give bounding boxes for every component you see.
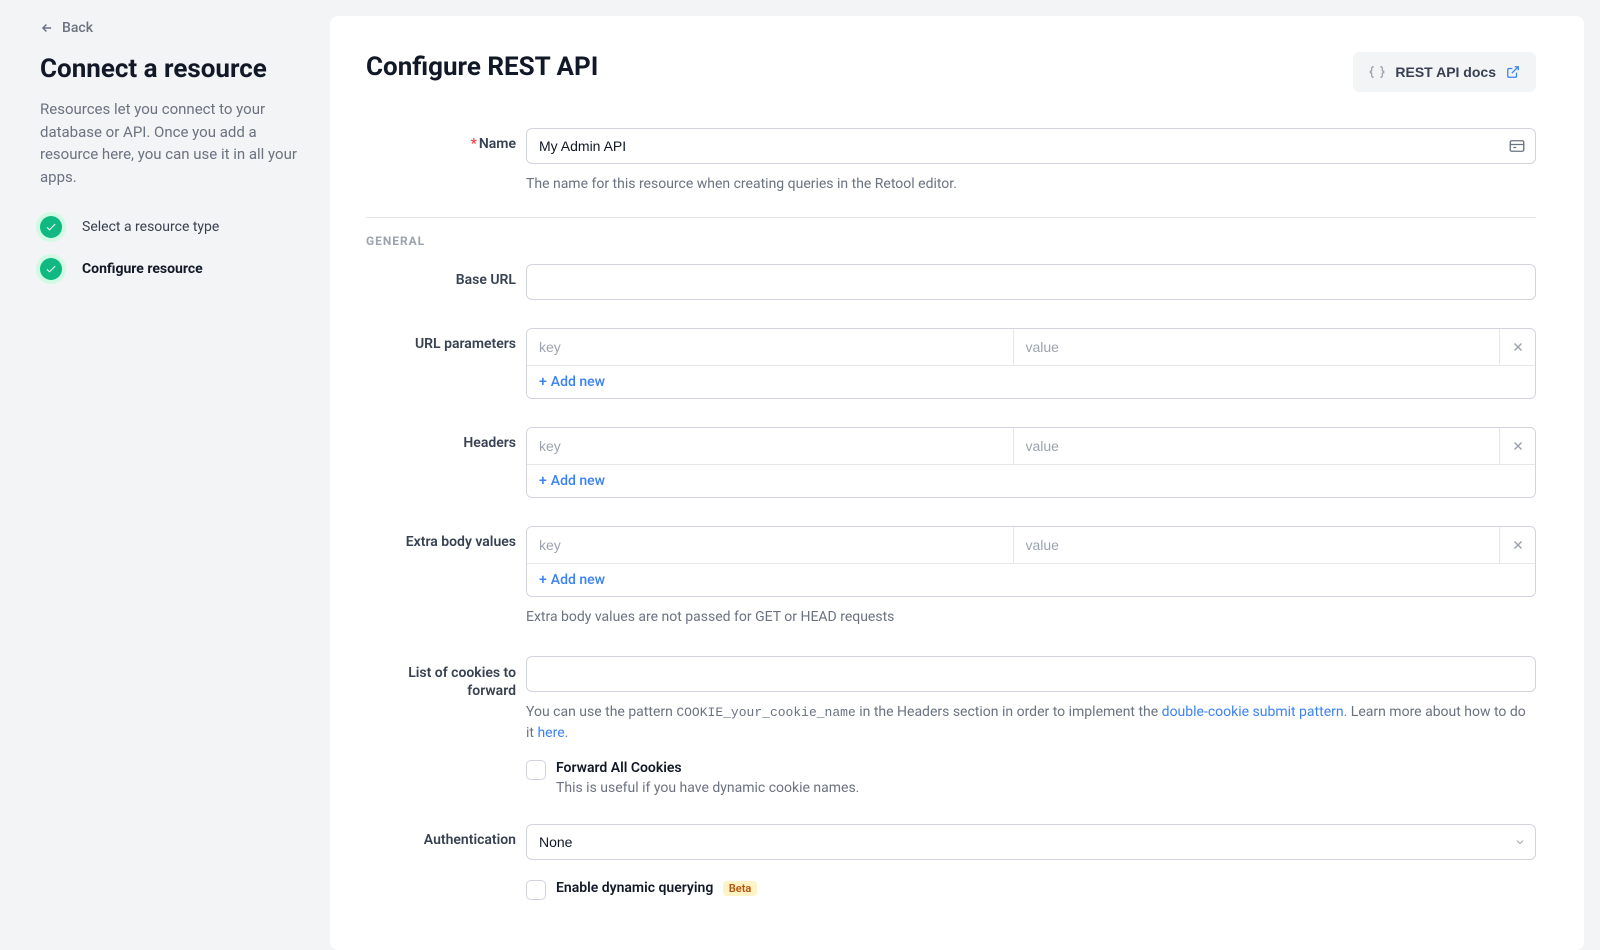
sidebar-description: Resources let you connect to your databa… [40,98,300,188]
plus-icon: + [539,374,547,390]
step-select-resource[interactable]: Select a resource type [40,216,300,238]
forward-all-cookies-label: Forward All Cookies [556,760,859,776]
extra-body-key-input[interactable] [527,527,1013,563]
url-params-table: + Add new [526,328,1536,399]
base-url-input[interactable] [526,264,1536,300]
close-icon [1511,439,1525,453]
remove-row-button[interactable] [1499,329,1535,365]
auth-label: Authentication [366,824,526,848]
dynamic-querying-label: Enable dynamic querying [556,880,713,896]
check-icon [40,216,62,238]
plus-icon: + [539,473,547,489]
kv-row [527,329,1535,366]
braces-icon [1369,64,1385,80]
section-general-label: GENERAL [366,234,1536,248]
sidebar: Back Connect a resource Resources let yo… [0,0,330,950]
headers-label: Headers [366,427,526,451]
docs-button-label: REST API docs [1395,64,1496,80]
cookies-input[interactable] [526,656,1536,692]
form-icon [1508,137,1526,155]
dynamic-querying-checkbox[interactable] [526,880,546,900]
header-value-input[interactable] [1014,428,1500,464]
headers-table: + Add new [526,427,1536,498]
back-label: Back [62,20,93,36]
divider [366,217,1536,218]
header-key-input[interactable] [527,428,1013,464]
double-cookie-link[interactable]: double-cookie submit pattern [1162,704,1344,720]
check-icon [40,258,62,280]
auth-select[interactable]: None [526,824,1536,860]
back-link[interactable]: Back [40,20,93,36]
docs-button[interactable]: REST API docs [1353,52,1536,92]
remove-row-button[interactable] [1499,428,1535,464]
here-link[interactable]: here [537,725,564,741]
cookies-label: List of cookies to forward [366,656,526,700]
kv-row [527,428,1535,465]
extra-body-table: + Add new [526,526,1536,597]
base-url-label: Base URL [366,264,526,288]
main-panel: Configure REST API REST API docs *Name T… [330,16,1584,950]
external-link-icon [1506,65,1520,79]
cookies-help: You can use the pattern COOKIE_your_cook… [526,702,1536,744]
name-input[interactable] [526,128,1536,164]
add-extra-body-button[interactable]: + Add new [527,564,617,596]
forward-all-cookies-checkbox[interactable] [526,760,546,780]
close-icon [1511,538,1525,552]
name-help: The name for this resource when creating… [526,174,1536,195]
close-icon [1511,340,1525,354]
page-title: Configure REST API [366,52,598,82]
step-configure-resource[interactable]: Configure resource [40,258,300,280]
plus-icon: + [539,572,547,588]
add-url-param-button[interactable]: + Add new [527,366,617,398]
url-param-key-input[interactable] [527,329,1013,365]
extra-body-help: Extra body values are not passed for GET… [526,607,1536,628]
kv-row [527,527,1535,564]
extra-body-label: Extra body values [366,526,526,550]
add-header-button[interactable]: + Add new [527,465,617,497]
name-label: Name [479,136,516,152]
beta-badge: Beta [723,881,758,896]
url-params-label: URL parameters [366,328,526,352]
extra-body-value-input[interactable] [1014,527,1500,563]
sidebar-title: Connect a resource [40,54,300,84]
arrow-left-icon [40,21,54,35]
step-label: Configure resource [82,261,203,277]
remove-row-button[interactable] [1499,527,1535,563]
forward-all-cookies-sub: This is useful if you have dynamic cooki… [556,780,859,796]
url-param-value-input[interactable] [1014,329,1500,365]
step-label: Select a resource type [82,219,219,235]
